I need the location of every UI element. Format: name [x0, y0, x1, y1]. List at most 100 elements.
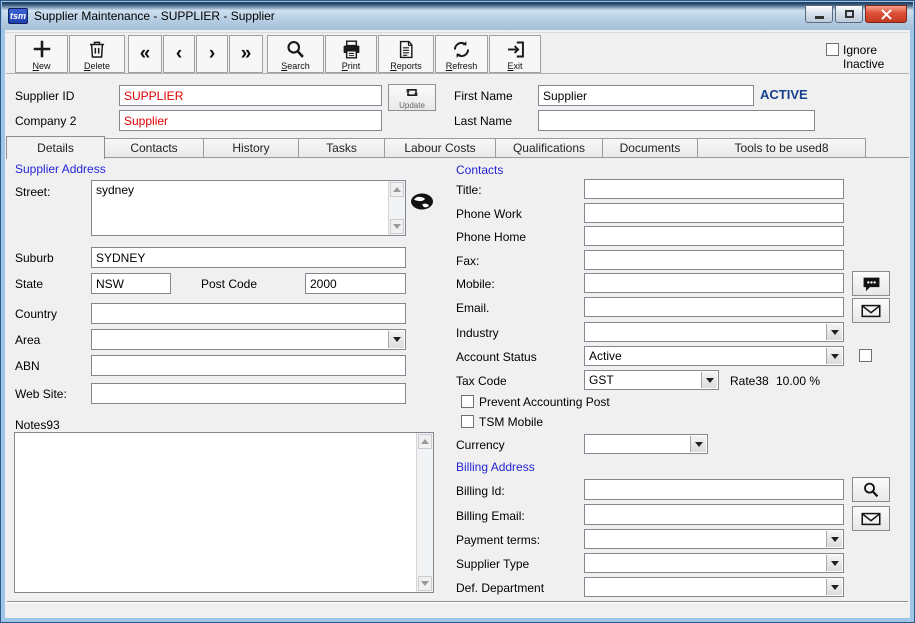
chevron-down-icon[interactable] [826, 324, 842, 340]
company2-label: Company 2 [15, 114, 76, 128]
chevron-down-icon[interactable] [826, 348, 842, 364]
first-record-button[interactable]: « [128, 35, 162, 73]
payment-terms-label: Payment terms: [456, 533, 540, 547]
titlebar[interactable]: tsm Supplier Maintenance - SUPPLIER - Su… [2, 2, 913, 30]
previous-record-button[interactable]: ‹ [163, 35, 195, 73]
country-label: Country [15, 307, 57, 321]
scroll-up-icon[interactable] [390, 182, 404, 197]
plus-icon [31, 37, 53, 61]
tab-tasks[interactable]: Tasks [299, 138, 385, 158]
phone-home-field[interactable] [584, 226, 844, 246]
post-code-field[interactable] [305, 273, 406, 294]
tab-labour-costs[interactable]: Labour Costs [385, 138, 496, 158]
print-button-label: Print [342, 61, 361, 71]
tab-details[interactable]: Details [6, 136, 105, 159]
delete-button-label: Delete [84, 61, 110, 71]
billing-address-heading: Billing Address [456, 460, 535, 474]
billing-id-search-button[interactable] [852, 477, 890, 502]
tab-history[interactable]: History [204, 138, 299, 158]
update-loop-icon [404, 86, 420, 102]
notes-scrollbar[interactable] [416, 433, 433, 592]
ignore-inactive-checkbox-group[interactable]: Ignore Inactive [826, 43, 895, 71]
search-button[interactable]: Search [267, 35, 324, 73]
last-record-button[interactable]: » [229, 35, 263, 73]
sms-bubble-icon [862, 276, 881, 292]
send-sms-button[interactable] [852, 271, 890, 296]
prevent-accounting-post-checkbox[interactable] [461, 395, 474, 408]
maximize-button[interactable] [835, 5, 863, 23]
currency-select[interactable] [584, 434, 708, 454]
payment-terms-select[interactable] [584, 529, 844, 549]
mobile-field[interactable] [584, 273, 844, 293]
tab-qualifications[interactable]: Qualifications [496, 138, 603, 158]
ignore-inactive-checkbox[interactable] [826, 43, 839, 56]
chevron-down-icon[interactable] [826, 579, 842, 595]
refresh-button[interactable]: Refresh [435, 35, 488, 73]
street-scrollbar[interactable] [388, 181, 405, 235]
reports-button[interactable]: Reports [378, 35, 434, 73]
first-name-label: First Name [454, 89, 513, 103]
abn-field[interactable] [91, 355, 406, 376]
tab-contacts[interactable]: Contacts [105, 138, 204, 158]
phone-work-label: Phone Work [456, 207, 522, 221]
tab-documents[interactable]: Documents [603, 138, 698, 158]
chevron-down-icon[interactable] [826, 555, 842, 571]
tab-tools-to-be-used8[interactable]: Tools to be used8 [698, 138, 866, 158]
street-field[interactable]: sydney [92, 181, 388, 235]
phone-work-field[interactable] [584, 203, 844, 223]
first-name-field[interactable] [538, 85, 754, 106]
send-email-button[interactable] [852, 298, 890, 323]
scroll-down-icon[interactable] [418, 576, 432, 591]
next-record-icon: › [209, 43, 215, 65]
new-button[interactable]: New [15, 35, 68, 73]
fax-field[interactable] [584, 250, 844, 270]
billing-email-field[interactable] [584, 504, 844, 525]
exit-icon [505, 37, 526, 61]
tsm-app-icon: tsm [8, 8, 28, 24]
next-record-button[interactable]: › [196, 35, 228, 73]
scroll-up-icon[interactable] [418, 434, 432, 449]
print-button[interactable]: Print [325, 35, 377, 73]
industry-label: Industry [456, 326, 499, 340]
scroll-down-icon[interactable] [390, 219, 404, 234]
delete-button[interactable]: Delete [69, 35, 125, 73]
account-status-checkbox[interactable] [859, 349, 872, 362]
globe-map-icon[interactable] [410, 193, 434, 213]
company2-field[interactable] [119, 110, 382, 131]
def-department-label: Def. Department [456, 581, 544, 595]
tax-code-select[interactable]: GST [584, 370, 719, 390]
rate-value: 10.00 % [776, 374, 820, 388]
supplier-id-field[interactable] [119, 85, 382, 106]
billing-email-send-button[interactable] [852, 506, 890, 531]
minimize-button[interactable] [805, 5, 833, 23]
reports-button-label: Reports [390, 61, 422, 71]
email-label: Email. [456, 301, 489, 315]
tsm-mobile-checkbox[interactable] [461, 415, 474, 428]
area-select[interactable] [91, 329, 406, 350]
email-field[interactable] [584, 297, 844, 317]
refresh-button-label: Refresh [446, 61, 478, 71]
tsm-mobile-label: TSM Mobile [479, 415, 543, 429]
update-button[interactable]: Update [388, 84, 436, 111]
industry-select[interactable] [584, 322, 844, 342]
chevron-down-icon[interactable] [690, 436, 706, 452]
web-site-field[interactable] [91, 383, 406, 404]
account-status-select[interactable]: Active [584, 346, 844, 366]
last-name-field[interactable] [538, 110, 815, 131]
billing-id-field[interactable] [584, 479, 844, 500]
title-field[interactable] [584, 179, 844, 199]
exit-button[interactable]: Exit [489, 35, 541, 73]
notes-field[interactable] [15, 433, 416, 592]
chevron-down-icon[interactable] [701, 372, 717, 388]
chevron-down-icon[interactable] [826, 531, 842, 547]
close-icon [881, 9, 892, 20]
chevron-down-icon[interactable] [388, 331, 404, 348]
state-field[interactable] [91, 273, 171, 294]
maximize-icon [845, 10, 854, 18]
mobile-label: Mobile: [456, 277, 495, 291]
country-field[interactable] [91, 303, 406, 324]
def-department-select[interactable] [584, 577, 844, 597]
close-button[interactable] [865, 5, 907, 23]
supplier-type-select[interactable] [584, 553, 844, 573]
suburb-field[interactable] [91, 247, 406, 268]
